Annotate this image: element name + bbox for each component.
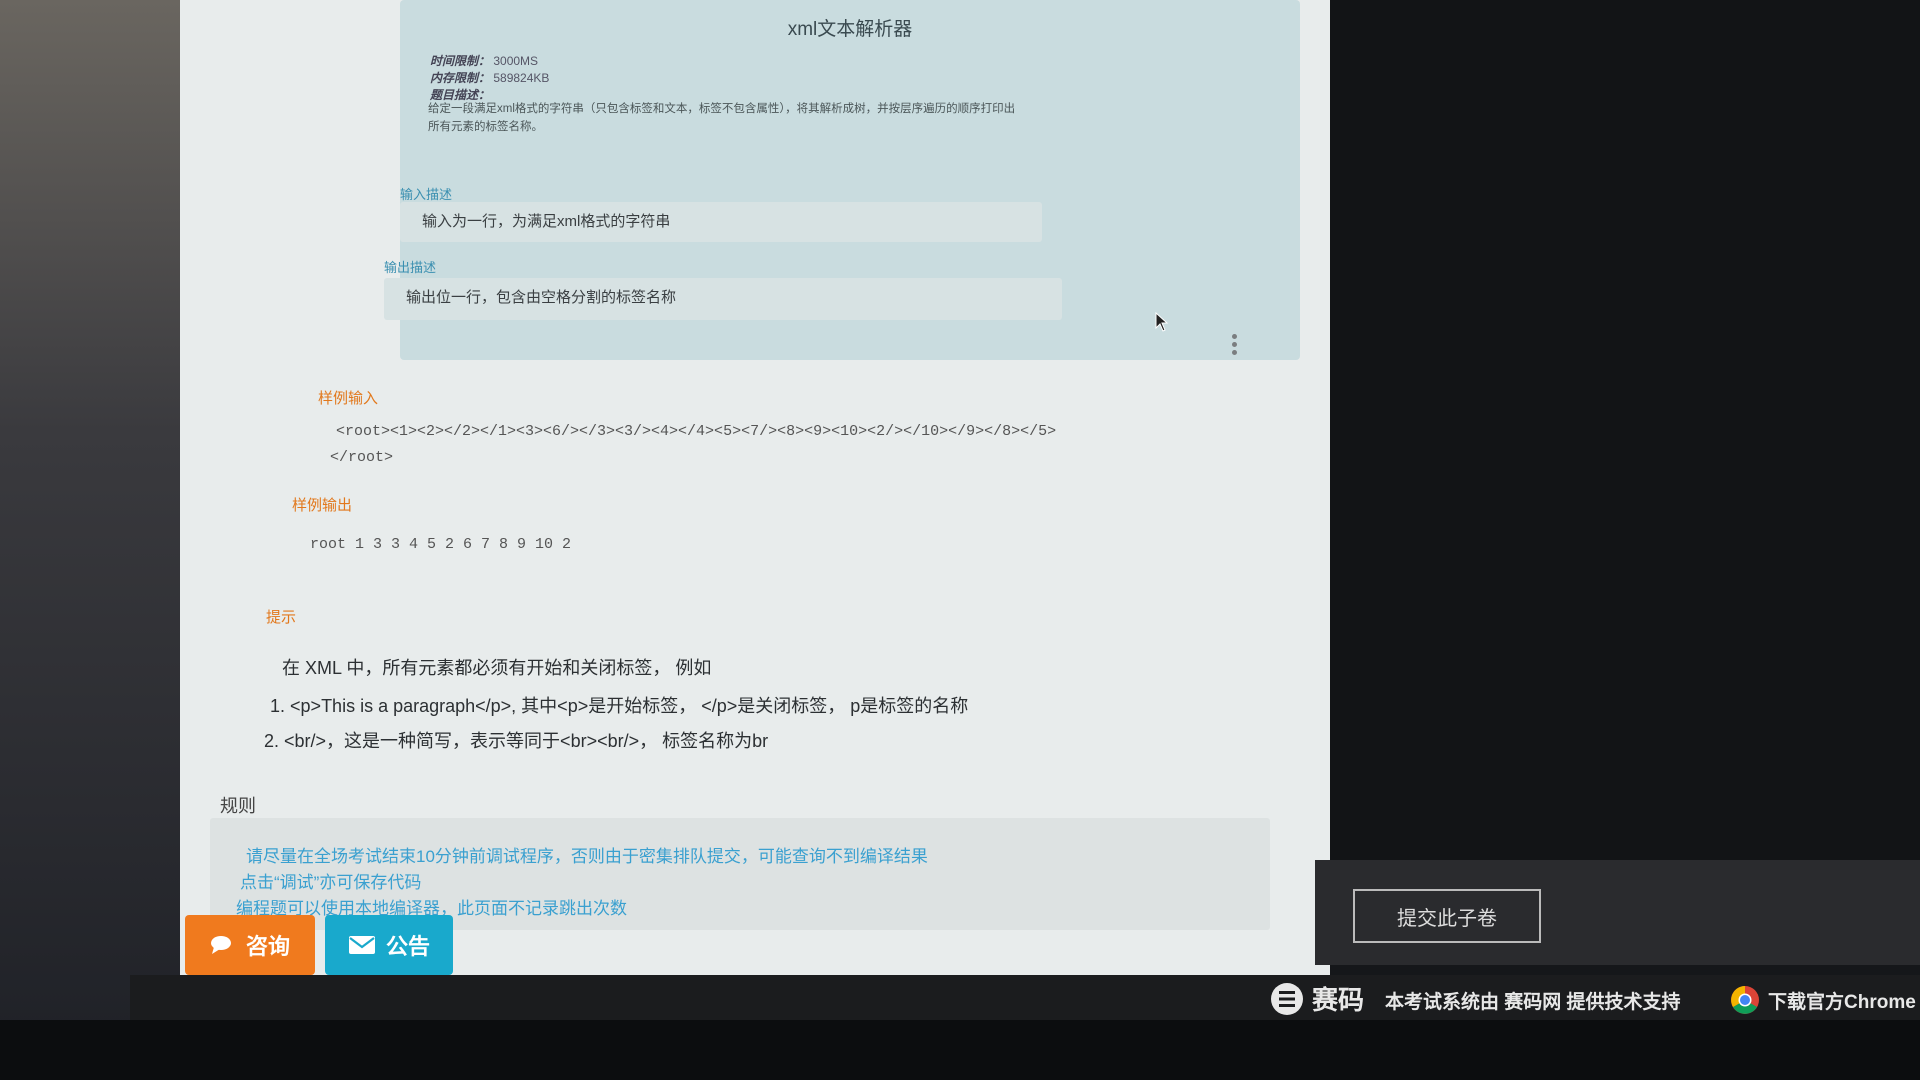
download-chrome-label: 下载官方Chrome	[1768, 991, 1916, 1013]
hint-item-2: 2. <br/>，这是一种简写，表示等同于<br><br/>， 标签名称为br	[264, 727, 768, 753]
time-limit: 时间限制： 3000MS	[430, 52, 538, 69]
sample-input-label: 样例输入	[318, 390, 379, 407]
download-chrome-link[interactable]: 下载官方Chrome	[1730, 985, 1916, 1015]
time-limit-value: 3000MS	[493, 54, 539, 68]
time-limit-label: 时间限制：	[430, 54, 491, 68]
input-description-box: 输入为一行，为满足xml格式的字符串	[400, 202, 1042, 242]
problem-title: xml文本解析器	[787, 19, 913, 40]
memory-limit-value: 589824KB	[493, 71, 550, 85]
hint-item-2-text: <br/>，这是一种简写，表示等同于<br><br/>， 标签名称为br	[284, 731, 769, 751]
problem-description: 给定一段满足xml格式的字符串（只包含标签和文本，标签不包含属性），将其解析成树…	[428, 100, 1268, 136]
output-description-box: 输出位一行，包含由空格分割的标签名称	[384, 278, 1062, 320]
output-description-text: 输出位一行，包含由空格分割的标签名称	[406, 289, 677, 306]
input-description-text: 输入为一行，为满足xml格式的字符串	[422, 213, 671, 230]
mouse-cursor-icon	[1155, 312, 1169, 332]
notice-button[interactable]: 公告	[325, 915, 453, 975]
brand-name: 赛码	[1312, 985, 1365, 1015]
chrome-icon	[1731, 986, 1759, 1014]
envelope-icon	[348, 936, 375, 954]
problem-panel: xml文本解析器 时间限制： 3000MS 内存限制： 589824KB 题目描…	[180, 0, 1330, 975]
rule-line-1: 请尽量在全场考试结束10分钟前调试程序，否则由于密集排队提交，可能查询不到编译结…	[246, 847, 928, 866]
brand-logo[interactable]: 赛码	[1270, 980, 1364, 1017]
memory-limit: 内存限制： 589824KB	[430, 69, 549, 86]
hint-item-1-number: 1.	[270, 696, 286, 716]
sample-output-label: 样例输出	[292, 497, 353, 514]
output-description-label: 输出描述	[384, 260, 437, 275]
memory-limit-label: 内存限制：	[430, 71, 491, 85]
rule-line-2: 点击“调试”亦可保存代码	[240, 873, 422, 892]
sample-output-text: root 1 3 3 4 5 2 6 7 8 9 10 2	[310, 536, 572, 553]
rules-label: 规则	[220, 796, 256, 816]
tech-support-text: 本考试系统由 赛码网 提供技术支持	[1385, 992, 1681, 1013]
submit-paper-button[interactable]: 提交此子卷	[1353, 889, 1541, 943]
notice-button-label: 公告	[385, 934, 430, 959]
panel-resize-handle[interactable]	[1232, 334, 1238, 358]
submit-area: 提交此子卷	[1315, 860, 1920, 965]
hint-intro: 在 XML 中，所有元素都必须有开始和关闭标签， 例如	[282, 658, 712, 678]
input-description-label: 输入描述	[400, 187, 453, 202]
footer-bar: 赛码 本考试系统由 赛码网 提供技术支持 下载官方Chrome	[130, 975, 1920, 1020]
desk-background	[0, 1020, 1920, 1080]
problem-description-card: xml文本解析器 时间限制： 3000MS 内存限制： 589824KB 题目描…	[384, 0, 1300, 360]
description-line-2: 所有元素的标签名称。	[428, 121, 543, 133]
consult-button[interactable]: 咨询	[185, 915, 315, 975]
sample-input-line-1: <root><1><2></2></1><3><6/></3><3/><4></…	[336, 423, 1057, 440]
consult-button-label: 咨询	[245, 934, 290, 959]
hint-item-2-number: 2.	[264, 731, 280, 751]
hint-item-1: 1. <p>This is a paragraph</p>, 其中<p>是开始标…	[270, 692, 968, 718]
submit-paper-label: 提交此子卷	[1397, 907, 1497, 930]
saima-logo-icon	[1271, 982, 1303, 1015]
rules-box: 请尽量在全场考试结束10分钟前调试程序，否则由于密集排队提交，可能查询不到编译结…	[210, 818, 1270, 930]
sample-input-line-2: </root>	[330, 449, 394, 466]
description-line-1: 给定一段满足xml格式的字符串（只包含标签和文本，标签不包含属性），将其解析成树…	[428, 103, 1016, 115]
hint-label: 提示	[266, 609, 297, 626]
hint-item-1-text: <p>This is a paragraph</p>, 其中<p>是开始标签， …	[290, 696, 969, 716]
chat-icon	[210, 936, 231, 954]
